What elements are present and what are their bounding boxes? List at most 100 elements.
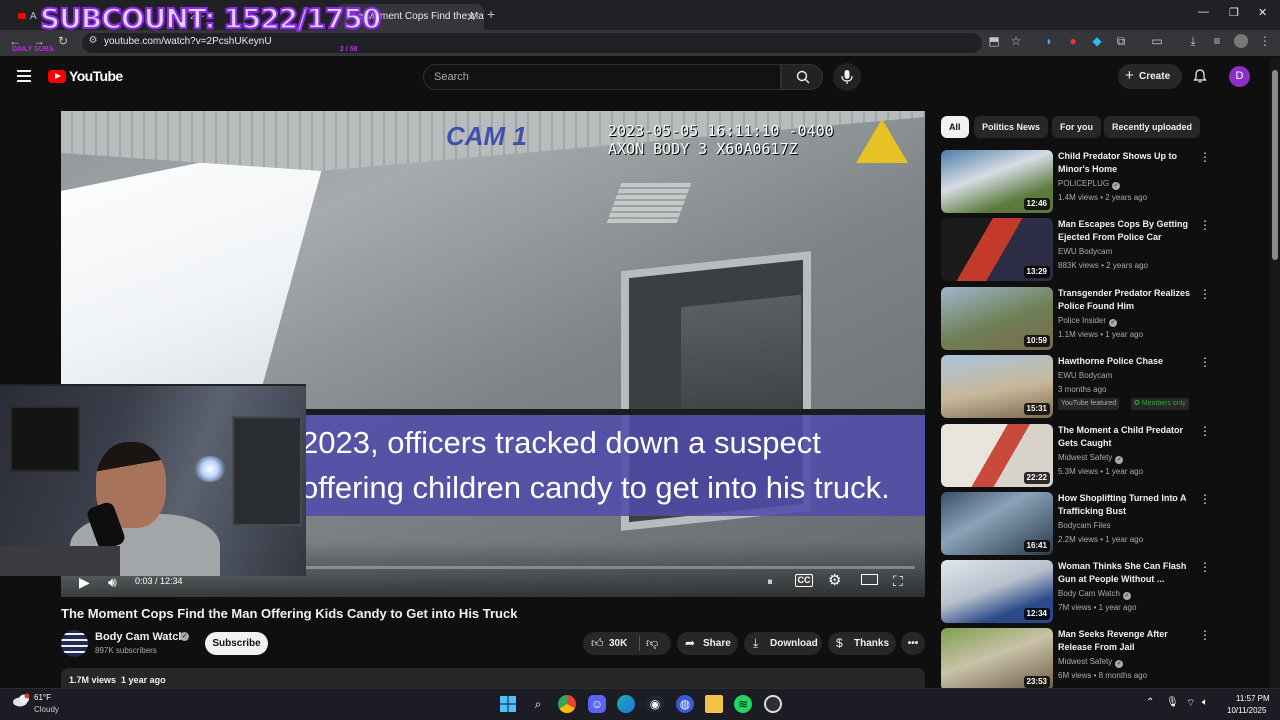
recommendation-item[interactable]: 23:53 Man Seeks Revenge After Release Fr… bbox=[941, 628, 1211, 692]
recommendation-item[interactable]: 12:34 Woman Thinks She Can Flash Gun at … bbox=[941, 560, 1211, 624]
weather-temperature[interactable]: 61°F bbox=[34, 693, 51, 702]
more-options-icon[interactable]: ⋮ bbox=[1199, 287, 1211, 301]
thumbnail[interactable]: 16:41 bbox=[941, 492, 1053, 555]
captions-icon[interactable]: CC bbox=[795, 574, 813, 587]
mic-tray-icon[interactable]: 🎙︎ bbox=[1166, 697, 1179, 708]
account-avatar[interactable]: D bbox=[1229, 66, 1250, 87]
thumbnail[interactable]: 23:53 bbox=[941, 628, 1053, 691]
recommendation-item[interactable]: 13:29 Man Escapes Cops By Getting Ejecte… bbox=[941, 218, 1211, 282]
thumbnail[interactable]: 10:59 bbox=[941, 287, 1053, 350]
windows-start-icon[interactable] bbox=[499, 695, 517, 713]
taskbar-date[interactable]: 10/11/2025 bbox=[1227, 706, 1266, 715]
more-options-icon[interactable]: ⋮ bbox=[1199, 355, 1211, 369]
recommendation-item[interactable]: 22:22 The Moment a Child Predator Gets C… bbox=[941, 424, 1211, 488]
recommendation-channel[interactable]: Bodycam Files bbox=[1058, 521, 1110, 530]
tray-overflow-icon[interactable]: ⌃ bbox=[1146, 697, 1154, 708]
more-options-icon[interactable]: ⋮ bbox=[1199, 492, 1211, 506]
share-button[interactable]: ➦ Share bbox=[677, 632, 738, 655]
reading-list-icon[interactable]: ≡ bbox=[1210, 34, 1224, 48]
download-button[interactable]: ⤓ Download bbox=[744, 632, 822, 655]
chip-for-you[interactable]: For you bbox=[1052, 116, 1101, 138]
chip-recently-uploaded[interactable]: Recently uploaded bbox=[1104, 116, 1201, 138]
discord-icon[interactable]: ☺ bbox=[588, 695, 606, 713]
taskbar-time[interactable]: 11:57 PM bbox=[1236, 694, 1270, 703]
file-explorer-icon[interactable] bbox=[705, 695, 723, 713]
sidepanel-icon[interactable]: ▭ bbox=[1150, 34, 1164, 48]
youtube-wordmark[interactable]: YouTube bbox=[69, 68, 123, 84]
recommendation-title[interactable]: Transgender Predator Realizes Police Fou… bbox=[1058, 287, 1198, 313]
recommendation-title[interactable]: Man Escapes Cops By Getting Ejected From… bbox=[1058, 218, 1198, 244]
url-text[interactable]: youtube.com/watch?v=2PcshUKeynU bbox=[104, 36, 272, 47]
thumbnail[interactable]: 13:29 bbox=[941, 218, 1053, 281]
thumbnail[interactable]: 12:46 bbox=[941, 150, 1053, 213]
more-options-icon[interactable]: ⋮ bbox=[1199, 218, 1211, 232]
theater-mode-icon[interactable] bbox=[861, 574, 878, 585]
site-info-icon[interactable]: ⚙ bbox=[86, 34, 100, 48]
spotify-icon[interactable]: ≋ bbox=[734, 695, 752, 713]
edge-icon[interactable] bbox=[617, 695, 635, 713]
close-tab-icon[interactable]: ✕ bbox=[466, 4, 476, 30]
settings-gear-icon[interactable]: ⚙ bbox=[828, 573, 841, 589]
autoplay-toggle-icon[interactable]: ⏸︎ bbox=[759, 574, 781, 590]
extensions-icon[interactable]: ⧉ bbox=[1114, 34, 1128, 48]
more-options-icon[interactable]: ⋮ bbox=[1199, 424, 1211, 438]
recommendation-title[interactable]: Woman Thinks She Can Flash Gun at People… bbox=[1058, 560, 1198, 586]
search-button[interactable] bbox=[781, 64, 823, 90]
channel-name[interactable]: Body Cam Watch bbox=[95, 631, 185, 643]
scrollbar-thumb[interactable] bbox=[1272, 70, 1278, 260]
extension-2-icon[interactable]: ● bbox=[1066, 34, 1080, 48]
thumbnail[interactable]: 22:22 bbox=[941, 424, 1053, 487]
search-icon[interactable]: ⌕ bbox=[529, 695, 547, 713]
bookmark-star-icon[interactable]: ☆ bbox=[1009, 34, 1023, 48]
extension-3-icon[interactable]: ◆ bbox=[1090, 34, 1104, 48]
cloudy-weather-icon[interactable] bbox=[12, 693, 32, 707]
page-scrollbar[interactable] bbox=[1270, 58, 1280, 688]
recommendation-item[interactable]: 15:31 Hawthorne Police Chase EWU Bodycam… bbox=[941, 355, 1211, 419]
hamburger-menu-icon[interactable] bbox=[17, 70, 31, 82]
recommendation-title[interactable]: The Moment a Child Predator Gets Caught bbox=[1058, 424, 1198, 450]
reload-icon[interactable]: ↻ bbox=[56, 34, 70, 48]
thumbnail[interactable]: 12:34 bbox=[941, 560, 1053, 623]
subscribe-button[interactable]: Subscribe bbox=[205, 632, 268, 655]
chip-politics-news[interactable]: Politics News bbox=[974, 116, 1049, 138]
like-count[interactable]: 30K bbox=[609, 632, 627, 655]
minimize-icon[interactable]: — bbox=[1198, 6, 1209, 18]
recommendation-channel[interactable]: Body Cam Watch ✓ bbox=[1058, 589, 1131, 600]
weather-condition[interactable]: Cloudy bbox=[34, 705, 59, 714]
more-actions-button[interactable]: ••• bbox=[901, 632, 925, 655]
browser-icon[interactable]: ◍ bbox=[676, 695, 694, 713]
install-app-icon[interactable]: ⬒ bbox=[987, 34, 1001, 48]
recommendation-title[interactable]: Child Predator Shows Up to Minor's Home bbox=[1058, 150, 1198, 176]
fullscreen-icon[interactable]: ⛶ bbox=[893, 573, 903, 589]
notifications-bell-icon[interactable] bbox=[1193, 69, 1207, 83]
description-box[interactable] bbox=[61, 668, 925, 690]
thumbs-up-icon[interactable]: 👍︎ bbox=[591, 632, 604, 655]
thumbnail[interactable]: 15:31 bbox=[941, 355, 1053, 418]
new-tab-plus-icon[interactable]: + bbox=[487, 6, 495, 22]
search-input[interactable] bbox=[423, 64, 781, 90]
volume-tray-icon[interactable]: 🔈︎ bbox=[1202, 697, 1208, 708]
chrome-icon[interactable] bbox=[558, 695, 576, 713]
more-options-icon[interactable]: ⋮ bbox=[1199, 628, 1211, 642]
recommendation-title[interactable]: How Shoplifting Turned Into A Traffickin… bbox=[1058, 492, 1198, 518]
extension-1-icon[interactable]: ◗ bbox=[1042, 34, 1056, 48]
recommendation-channel[interactable]: POLICEPLUG ✓ bbox=[1058, 179, 1121, 190]
voice-search-button[interactable] bbox=[833, 63, 861, 91]
channel-avatar[interactable] bbox=[61, 630, 88, 657]
more-options-icon[interactable]: ⋮ bbox=[1199, 560, 1211, 574]
steam-icon[interactable]: ◉ bbox=[646, 695, 664, 713]
recommendation-channel[interactable]: EWU Bodycam bbox=[1058, 247, 1112, 256]
recommendation-item[interactable]: 16:41 How Shoplifting Turned Into A Traf… bbox=[941, 492, 1211, 556]
recommendation-item[interactable]: 10:59 Transgender Predator Realizes Poli… bbox=[941, 287, 1211, 351]
chip-all[interactable]: All bbox=[941, 116, 969, 138]
thanks-button[interactable]: $ Thanks bbox=[828, 632, 896, 655]
profile-icon[interactable] bbox=[1234, 34, 1248, 48]
recommendation-channel[interactable]: Police Insider ✓ bbox=[1058, 316, 1118, 327]
volume-icon[interactable]: 🔊︎ bbox=[108, 574, 117, 590]
recommendation-title[interactable]: Hawthorne Police Chase bbox=[1058, 355, 1198, 368]
more-options-icon[interactable]: ⋮ bbox=[1199, 150, 1211, 164]
recommendation-channel[interactable]: Midwest Safety ✓ bbox=[1058, 657, 1124, 668]
wifi-tray-icon[interactable]: ⌔ bbox=[1186, 697, 1195, 710]
download-icon[interactable]: ⤓ bbox=[1186, 34, 1200, 48]
recommendation-item[interactable]: 12:46 Child Predator Shows Up to Minor's… bbox=[941, 150, 1211, 214]
